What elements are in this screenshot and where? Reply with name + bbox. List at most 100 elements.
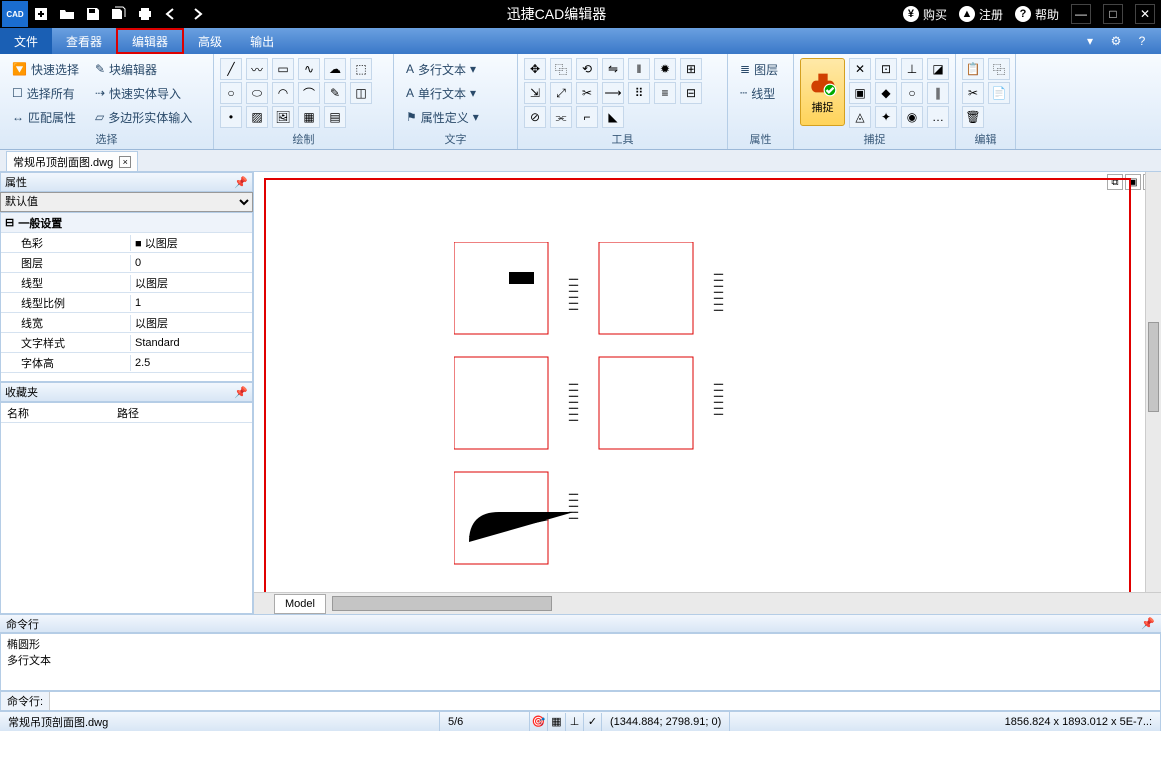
redo-icon[interactable] [184, 1, 210, 27]
tab-output[interactable]: 输出 [236, 28, 288, 54]
block-icon[interactable]: ◫ [350, 82, 372, 104]
buy-button[interactable]: ¥购买 [903, 6, 947, 23]
print-icon[interactable] [132, 1, 158, 27]
tab-editor[interactable]: 编辑器 [116, 28, 184, 54]
register-button[interactable]: ▲注册 [959, 6, 1003, 23]
chamfer-icon[interactable]: ◣ [602, 106, 624, 128]
rotate-icon[interactable]: ⟲ [576, 58, 598, 80]
tab-file[interactable]: 文件 [0, 28, 52, 54]
offset-icon[interactable]: ‖ [628, 58, 650, 80]
help-button[interactable]: ?帮助 [1015, 6, 1059, 23]
layer-button[interactable]: ≣图层 [734, 58, 784, 80]
fillet-icon[interactable]: ⌐ [576, 106, 598, 128]
break-icon[interactable]: ⊘ [524, 106, 546, 128]
paint-icon[interactable]: ✎ [324, 82, 346, 104]
scale-icon[interactable]: ⤢ [550, 82, 572, 104]
arc2-icon[interactable]: ⌒ [298, 82, 320, 104]
stext-button[interactable]: A单行文本▾ [400, 82, 485, 104]
point-icon[interactable]: • [220, 106, 242, 128]
copy2-icon[interactable]: ⿻ [988, 58, 1010, 80]
status-polar-icon[interactable]: ✓ [584, 713, 602, 731]
arc-icon[interactable]: ◠ [272, 82, 294, 104]
ellipse-icon[interactable]: ⬭ [246, 82, 268, 104]
snap-toggle-button[interactable]: 捕捉 [800, 58, 845, 126]
polygon-input-button[interactable]: ▱多边形实体输入 [89, 106, 198, 128]
pin-icon[interactable]: 📌 [1141, 617, 1155, 630]
pasteclip-icon[interactable]: 📄 [988, 82, 1010, 104]
minimize-icon[interactable]: — [1071, 4, 1091, 24]
vertical-scrollbar[interactable] [1145, 172, 1161, 592]
region-icon[interactable]: ⬚ [350, 58, 372, 80]
cmd-history[interactable]: 椭圆形 多行文本 [0, 633, 1161, 691]
snap-perp-icon[interactable]: ⊥ [901, 58, 923, 80]
drawing-canvas[interactable]: ⧉ ▣ ⊠ ━━━━━ [254, 172, 1161, 614]
props-default-combo[interactable]: 默认值 [0, 192, 253, 212]
stretch-icon[interactable]: ⇲ [524, 82, 546, 104]
match-props-button[interactable]: ↔匹配属性 [6, 106, 85, 128]
snap-ext-icon[interactable]: … [927, 106, 949, 128]
saveall-icon[interactable] [106, 1, 132, 27]
snap-quad-icon[interactable]: ◆ [875, 82, 897, 104]
cmd-input[interactable] [50, 692, 1160, 710]
properties-table[interactable]: ⊟ 一般设置 色彩■ 以图层 图层0 线型以图层 线型比例1 线宽以图层 文字样… [0, 212, 253, 382]
delete-icon[interactable]: 🗑 [962, 106, 984, 128]
ribbon-help-icon[interactable]: ? [1133, 32, 1151, 50]
snap-ins-icon[interactable]: ◪ [927, 58, 949, 80]
grid-icon[interactable]: ▤ [324, 106, 346, 128]
array-icon[interactable]: ⠿ [628, 82, 650, 104]
move-icon[interactable]: ✥ [524, 58, 546, 80]
explode-icon[interactable]: ✹ [654, 58, 676, 80]
status-grid-icon[interactable]: ▦ [548, 713, 566, 731]
table-icon[interactable]: ▦ [298, 106, 320, 128]
group-icon[interactable]: ⊞ [680, 58, 702, 80]
linetype-button[interactable]: ┄线型 [734, 82, 784, 104]
hatch-icon[interactable]: ▨ [246, 106, 268, 128]
snap-end-icon[interactable]: ✕ [849, 58, 871, 80]
status-ortho-icon[interactable]: ⊥ [566, 713, 584, 731]
snap-mid-icon[interactable]: ▣ [849, 82, 871, 104]
mtext-button[interactable]: A多行文本▾ [400, 58, 485, 80]
paste-icon[interactable]: 📋 [962, 58, 984, 80]
undo-icon[interactable] [158, 1, 184, 27]
doc-close-icon[interactable]: × [119, 156, 131, 168]
trim-icon[interactable]: ✂ [576, 82, 598, 104]
snap-tan-icon[interactable]: ○ [901, 82, 923, 104]
favorites-list[interactable]: 名称路径 [0, 402, 253, 614]
select-all-button[interactable]: ☐选择所有 [6, 82, 85, 104]
document-tab[interactable]: 常规吊顶剖面图.dwg × [6, 151, 138, 171]
snap-par-icon[interactable]: ∥ [927, 82, 949, 104]
tab-advanced[interactable]: 高级 [184, 28, 236, 54]
circle-icon[interactable]: ○ [220, 82, 242, 104]
snap-cen-icon[interactable]: ◬ [849, 106, 871, 128]
close-icon[interactable]: ✕ [1135, 4, 1155, 24]
snap-near-icon[interactable]: ◉ [901, 106, 923, 128]
line-icon[interactable]: ╱ [220, 58, 242, 80]
pin-icon[interactable]: 📌 [234, 386, 248, 399]
maximize-icon[interactable]: □ [1103, 4, 1123, 24]
save-icon[interactable] [80, 1, 106, 27]
entity-import-button[interactable]: ⇢快速实体导入 [89, 82, 198, 104]
join-icon[interactable]: ⫘ [550, 106, 572, 128]
ribbon-settings-icon[interactable]: ⚙ [1107, 32, 1125, 50]
ungroup-icon[interactable]: ⊟ [680, 82, 702, 104]
horizontal-scrollbar[interactable] [332, 593, 1161, 614]
image-icon[interactable]: 🖼 [272, 106, 294, 128]
mirror-icon[interactable]: ⇋ [602, 58, 624, 80]
snap-int-icon[interactable]: ✦ [875, 106, 897, 128]
spline-icon[interactable]: ∿ [298, 58, 320, 80]
status-snap-icon[interactable]: 🎯 [530, 713, 548, 731]
cut-icon[interactable]: ✂ [962, 82, 984, 104]
cloud-icon[interactable]: ☁ [324, 58, 346, 80]
open-icon[interactable] [54, 1, 80, 27]
block-editor-button[interactable]: ✎块编辑器 [89, 58, 198, 80]
model-tab[interactable]: Model [274, 594, 326, 614]
rect-icon[interactable]: ▭ [272, 58, 294, 80]
copy-icon[interactable]: ⿻ [550, 58, 572, 80]
new-icon[interactable] [28, 1, 54, 27]
attrdef-button[interactable]: ⚑属性定义▾ [400, 106, 485, 128]
ribbon-style-icon[interactable]: ▾ [1081, 32, 1099, 50]
align-icon[interactable]: ≡ [654, 82, 676, 104]
pin-icon[interactable]: 📌 [234, 176, 248, 189]
app-icon[interactable]: CAD [2, 1, 28, 27]
polyline-icon[interactable]: 〰 [246, 58, 268, 80]
